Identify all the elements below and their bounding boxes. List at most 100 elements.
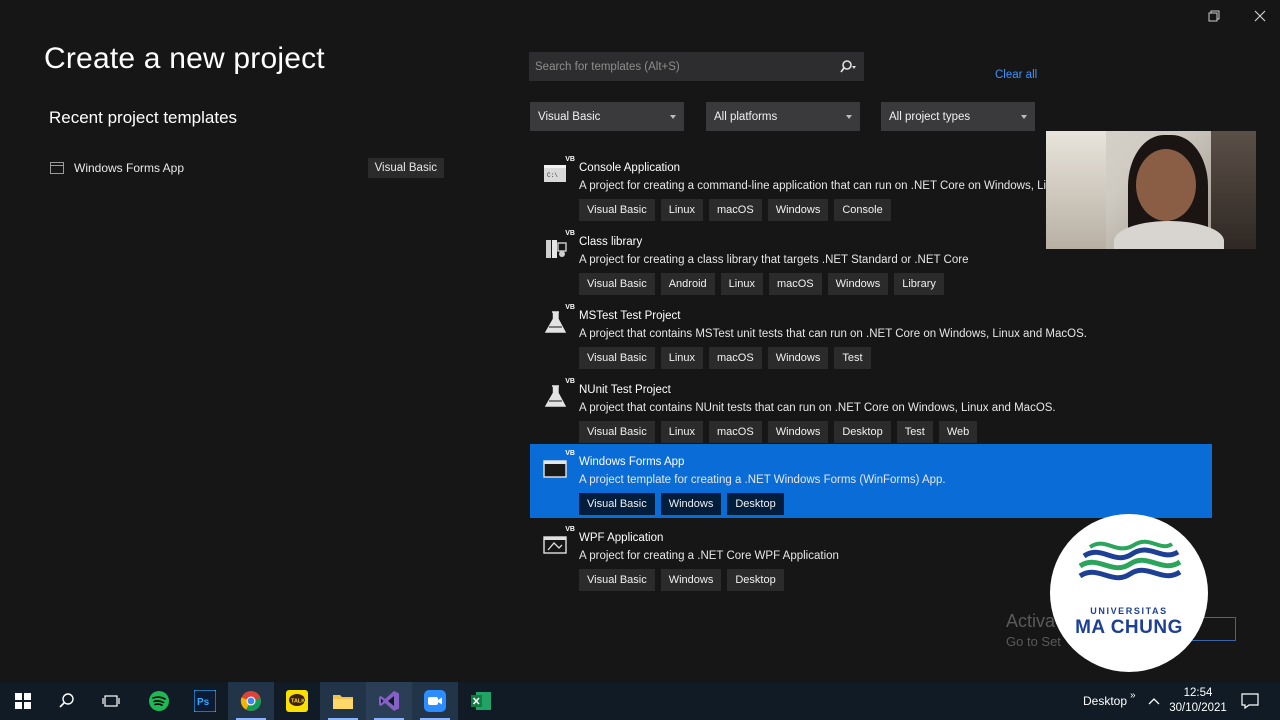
template-description: A project for creating a class library t… xyxy=(579,254,969,266)
start-button[interactable] xyxy=(0,682,46,720)
template-tags: Visual Basic Windows Desktop xyxy=(579,493,784,515)
zoom-icon xyxy=(424,690,446,712)
tag: macOS xyxy=(768,273,822,295)
search-icon xyxy=(59,693,74,708)
taskbar-clock[interactable]: 12:54 30/10/2021 xyxy=(1168,686,1228,716)
winforms-small-icon xyxy=(50,162,64,174)
template-tags: Visual Basic Android Linux macOS Windows… xyxy=(579,273,944,295)
template-description: A project template for creating a .NET W… xyxy=(579,474,946,486)
file-explorer-icon xyxy=(333,695,353,709)
tag: Visual Basic xyxy=(579,421,655,443)
template-description: A project for creating a .NET Core WPF A… xyxy=(579,550,839,562)
taskbar-photoshop[interactable]: Ps xyxy=(182,682,228,720)
search-icon[interactable] xyxy=(837,56,859,78)
wave-emblem xyxy=(1078,539,1182,581)
taskbar-zoom[interactable] xyxy=(412,682,458,720)
template-name: Console Application xyxy=(579,162,681,174)
vb-badge: VB xyxy=(565,230,575,237)
taskbar-kakaotalk[interactable]: TALK xyxy=(274,682,320,720)
chevron-down-icon xyxy=(670,114,676,119)
restore-button[interactable] xyxy=(1204,6,1224,26)
taskbar-chrome[interactable] xyxy=(228,682,274,720)
desktop-toolbar-expand[interactable]: » xyxy=(1130,676,1136,714)
winforms-icon: VB xyxy=(543,450,575,482)
template-description: A project that contains NUnit tests that… xyxy=(579,402,1056,414)
tag: macOS xyxy=(709,347,762,369)
project-type-filter-value: All project types xyxy=(889,110,971,123)
template-tags: Visual Basic Linux macOS Windows Console xyxy=(579,199,891,221)
platform-filter-value: All platforms xyxy=(714,110,778,123)
tag: Windows xyxy=(827,273,889,295)
restore-icon xyxy=(1208,10,1220,22)
close-button[interactable] xyxy=(1250,6,1270,26)
clear-all-link[interactable]: Clear all xyxy=(995,69,1037,81)
template-description: A project that contains MSTest unit test… xyxy=(579,328,1087,340)
tag: Desktop xyxy=(727,569,784,591)
template-windows-forms-app[interactable]: VB Windows Forms App A project template … xyxy=(530,444,1212,518)
template-mstest-project[interactable]: VB MSTest Test Project A project that co… xyxy=(530,298,1212,372)
template-search-box[interactable] xyxy=(529,52,864,81)
chevron-down-icon xyxy=(846,114,852,119)
vb-badge: VB xyxy=(565,304,575,311)
template-name: Class library xyxy=(579,236,643,248)
taskbar-excel[interactable] xyxy=(458,682,504,720)
taskbar: Ps TALK Desktop » xyxy=(0,682,1280,720)
tag: macOS xyxy=(709,199,762,221)
excel-icon xyxy=(471,692,491,710)
logo-subtitle: UNIVERSITAS xyxy=(1090,606,1168,616)
template-name: Windows Forms App xyxy=(579,456,685,468)
notifications-button[interactable] xyxy=(1228,682,1272,720)
taskbar-file-explorer[interactable] xyxy=(320,682,366,720)
tag: Windows xyxy=(767,347,829,369)
template-name: MSTest Test Project xyxy=(579,310,681,322)
svg-text:C:\: C:\ xyxy=(547,172,558,179)
show-hidden-icons-button[interactable] xyxy=(1142,682,1166,720)
language-filter-dropdown[interactable]: Visual Basic xyxy=(530,102,684,131)
spotify-icon xyxy=(149,691,169,711)
recent-templates-heading: Recent project templates xyxy=(49,108,238,127)
tag: Test xyxy=(834,347,871,369)
tag: Android xyxy=(660,273,715,295)
tag: Linux xyxy=(660,421,704,443)
template-tags: Visual Basic Linux macOS Windows Desktop… xyxy=(579,421,978,443)
tag: Windows xyxy=(767,421,829,443)
taskbar-search-button[interactable] xyxy=(44,682,90,720)
chrome-icon xyxy=(240,691,261,711)
tag: Linux xyxy=(660,347,704,369)
vb-badge: VB xyxy=(565,450,575,457)
tag: Visual Basic xyxy=(579,347,655,369)
template-tags: Visual Basic Windows Desktop xyxy=(579,569,784,591)
tag: Web xyxy=(938,421,978,443)
console-app-icon: C:\ VB xyxy=(543,156,575,188)
universitas-ma-chung-logo: UNIVERSITAS MA CHUNG xyxy=(1050,514,1208,672)
task-view-button[interactable] xyxy=(88,682,134,720)
vb-badge: VB xyxy=(565,378,575,385)
class-library-icon: VB xyxy=(543,230,575,262)
platform-filter-dropdown[interactable]: All platforms xyxy=(706,102,860,131)
recent-template-item[interactable]: Windows Forms App Visual Basic xyxy=(50,156,450,180)
template-name: NUnit Test Project xyxy=(579,384,671,396)
recent-template-name: Windows Forms App xyxy=(74,161,185,175)
language-filter-value: Visual Basic xyxy=(538,110,601,123)
taskbar-visual-studio[interactable] xyxy=(366,682,412,720)
template-search-input[interactable] xyxy=(535,60,837,73)
page-title: Create a new project xyxy=(44,42,325,75)
activation-watermark-title: Activa xyxy=(1006,611,1056,631)
vb-badge: VB xyxy=(565,526,575,533)
close-icon xyxy=(1254,10,1266,22)
template-description: A project for creating a command-line ap… xyxy=(579,180,1049,192)
chevron-up-icon xyxy=(1148,698,1160,705)
windows-start-icon xyxy=(15,693,31,709)
project-type-filter-dropdown[interactable]: All project types xyxy=(881,102,1035,131)
tag: Windows xyxy=(767,199,829,221)
clock-date: 30/10/2021 xyxy=(1169,702,1227,714)
kakaotalk-icon: TALK xyxy=(286,690,308,712)
taskbar-spotify[interactable] xyxy=(136,682,182,720)
template-nunit-project[interactable]: VB NUnit Test Project A project that con… xyxy=(530,372,1212,446)
test-flask-icon: VB xyxy=(543,378,575,410)
tag: macOS xyxy=(709,421,762,443)
desktop-toolbar-label[interactable]: Desktop xyxy=(1083,682,1127,720)
tag: Visual Basic xyxy=(579,493,655,515)
template-tags: Visual Basic Linux macOS Windows Test xyxy=(579,347,871,369)
webcam-overlay xyxy=(1046,131,1256,249)
